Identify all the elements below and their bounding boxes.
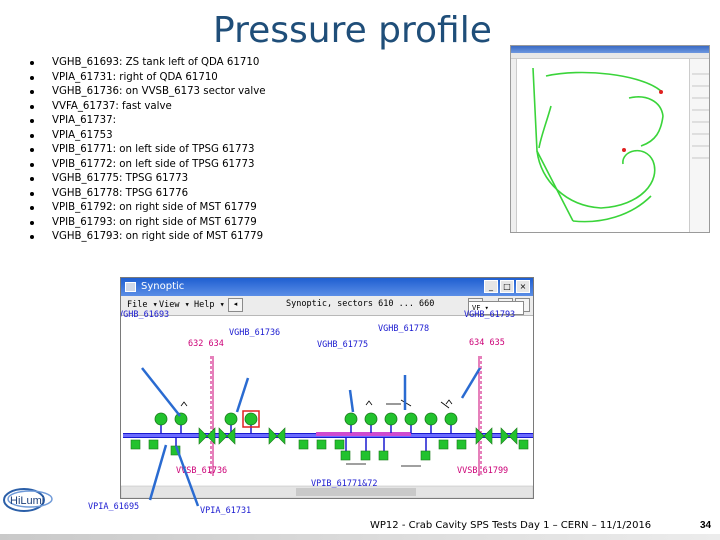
bullet-item: VPIA_61731: right of QDA 61710 bbox=[30, 71, 470, 86]
bullet-item: VPIB_61792: on right side of MST 61779 bbox=[30, 201, 470, 216]
bullet-item: VGHB_61775: TPSG 61773 bbox=[30, 172, 470, 187]
ring-overview-window[interactable] bbox=[510, 45, 710, 233]
page-number: 34 bbox=[700, 520, 712, 531]
scroll-left-button[interactable]: ◂ bbox=[228, 298, 243, 312]
app-icon bbox=[125, 282, 136, 292]
label-vghb-61693[interactable]: VGHB_61693 bbox=[121, 310, 169, 320]
slide-title: Pressure profile bbox=[213, 10, 492, 51]
synoptic-window-title: Synoptic bbox=[141, 281, 185, 292]
ring-diagram[interactable] bbox=[511, 46, 710, 233]
label-vghb-61793[interactable]: VGHB_61793 bbox=[464, 310, 515, 320]
bullet-item: VPIB_61793: on right side of MST 61779 bbox=[30, 216, 470, 231]
bullet-item: VVFA_61737: fast valve bbox=[30, 100, 470, 115]
menu-view[interactable]: View ▾ bbox=[159, 300, 190, 310]
label-vghb-61736[interactable]: VGHB_61736 bbox=[229, 328, 280, 338]
label-vpib-61771-72[interactable]: VPIB_61771&72 bbox=[311, 479, 378, 489]
menu-help[interactable]: Help ▾ bbox=[194, 300, 225, 310]
callout-vpia-61731: VPIA_61731 bbox=[200, 506, 252, 516]
label-sectors-632-634: 632 634 bbox=[188, 339, 224, 349]
menu-file[interactable]: File ▾ bbox=[127, 300, 158, 310]
bullet-item: VGHB_61693: ZS tank left of QDA 61710 bbox=[30, 56, 470, 71]
maximize-button[interactable]: □ bbox=[500, 280, 514, 293]
footer-text: WP12 - Crab Cavity SPS Tests Day 1 – CER… bbox=[370, 520, 652, 531]
close-button[interactable]: × bbox=[516, 280, 530, 293]
logo-text: HiLumi bbox=[10, 495, 44, 507]
minimize-button[interactable]: _ bbox=[484, 280, 498, 293]
bullet-item: VPIB_61771: on left side of TPSG 61773 bbox=[30, 143, 470, 158]
label-vvsb-61799[interactable]: VVSB_61799 bbox=[457, 466, 508, 476]
bullet-item: VPIB_61772: on left side of TPSG 61773 bbox=[30, 158, 470, 173]
synoptic-titlebar[interactable]: Synoptic _ □ × bbox=[121, 278, 533, 296]
synoptic-canvas[interactable]: VGHB_61693 VGHB_61736 632 634 VGHB_61775… bbox=[121, 310, 533, 498]
bullet-item: VGHB_61778: TPSG 61776 bbox=[30, 187, 470, 202]
synoptic-window[interactable]: Synoptic _ □ × File ▾ View ▾ Help ▾ Syno… bbox=[120, 277, 534, 499]
bullet-item: VPIA_61737: bbox=[30, 114, 470, 129]
label-vvsb-61736[interactable]: VVSB_61736 bbox=[176, 466, 227, 476]
footer-bar bbox=[0, 534, 720, 540]
hilumi-logo: HiLumi bbox=[2, 484, 62, 514]
bullet-item: VGHB_61736: on VVSB_6173 sector valve bbox=[30, 85, 470, 100]
bullet-item: VGHB_61793: on right side of MST 61779 bbox=[30, 230, 470, 245]
label-vghb-61775[interactable]: VGHB_61775 bbox=[317, 340, 368, 350]
sectors-label: Synoptic, sectors 610 ... 660 bbox=[286, 299, 435, 309]
bullet-list: VGHB_61693: ZS tank left of QDA 61710 VP… bbox=[30, 56, 470, 245]
callout-vpia-61695: VPIA_61695 bbox=[88, 502, 140, 512]
bullet-item: VPIA_61753 bbox=[30, 129, 470, 144]
label-sectors-634-635: 634 635 bbox=[469, 338, 505, 348]
label-vghb-61778[interactable]: VGHB_61778 bbox=[378, 324, 429, 334]
